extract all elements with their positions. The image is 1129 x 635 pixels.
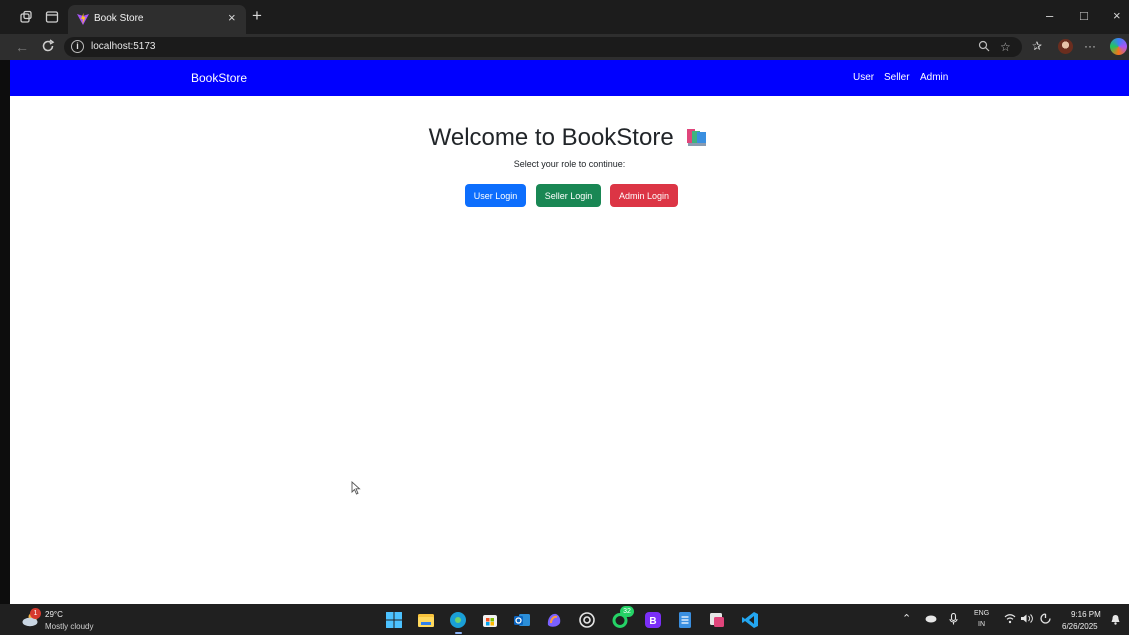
nav-link-user[interactable]: User xyxy=(853,72,874,83)
window-close-icon[interactable]: × xyxy=(1113,8,1121,24)
url-text[interactable]: localhost:5173 xyxy=(91,41,156,52)
role-subtitle: Select your role to continue: xyxy=(513,159,626,169)
weather-alert-badge: 1 xyxy=(30,608,41,619)
tab-actions-icon[interactable] xyxy=(45,10,59,24)
tab-book-store[interactable]: Book Store × xyxy=(68,5,246,34)
language-indicator[interactable]: ENG xyxy=(974,610,989,617)
vite-icon xyxy=(77,13,89,25)
welcome-heading: Welcome to BookStore xyxy=(428,124,674,151)
edge-active-indicator xyxy=(455,632,462,634)
volume-icon[interactable] xyxy=(1020,613,1034,624)
snipping-tool-icon[interactable] xyxy=(708,611,726,629)
battery-icon[interactable] xyxy=(1039,613,1052,624)
outlook-icon[interactable] xyxy=(513,611,531,629)
page-viewport: BookStore User Seller Admin Welcome to B… xyxy=(10,60,1129,604)
notification-bell-icon[interactable] xyxy=(1110,614,1121,625)
profile-avatar[interactable] xyxy=(1058,39,1073,54)
svg-text:B: B xyxy=(649,616,656,627)
favorites-icon[interactable]: ✰ xyxy=(1032,39,1042,53)
vscode-icon[interactable] xyxy=(741,611,759,629)
favorite-star-icon[interactable]: ☆ xyxy=(1000,40,1011,54)
nav-link-seller[interactable]: Seller xyxy=(884,72,910,83)
browser-tab-bar: Book Store × + – □ × xyxy=(0,0,1129,34)
site-navbar: BookStore User Seller Admin xyxy=(10,60,1129,96)
onedrive-icon[interactable] xyxy=(925,613,937,623)
windows-taskbar: 1 29°C Mostly cloudy 32 B ⌃ ENG IN 9:16 … xyxy=(0,604,1129,635)
copilot-icon[interactable] xyxy=(1110,38,1127,55)
weather-condition: Mostly cloudy xyxy=(45,622,94,631)
admin-login-button[interactable]: Admin Login xyxy=(610,184,678,207)
tab-close-icon[interactable]: × xyxy=(228,10,236,26)
nav-link-admin[interactable]: Admin xyxy=(920,72,948,83)
microphone-icon[interactable] xyxy=(949,613,958,625)
more-options-icon[interactable]: ··· xyxy=(1084,39,1096,53)
page-title: Welcome to BookStore xyxy=(10,124,1129,152)
zoom-icon[interactable] xyxy=(978,40,990,52)
clock-time[interactable]: 9:16 PM xyxy=(1071,610,1101,619)
notepad-icon[interactable] xyxy=(676,611,694,629)
maximize-icon[interactable]: □ xyxy=(1080,8,1088,24)
copilot-app-icon[interactable] xyxy=(545,611,563,629)
navbar-brand[interactable]: BookStore xyxy=(191,71,247,85)
windows-start-icon[interactable] xyxy=(385,611,403,629)
browser-toolbar: ← i localhost:5173 ☆ ✰ ··· xyxy=(0,34,1129,60)
chatgpt-icon[interactable] xyxy=(578,611,596,629)
seller-login-button[interactable]: Seller Login xyxy=(536,184,601,207)
back-icon[interactable]: ← xyxy=(15,38,29,56)
workspaces-icon[interactable] xyxy=(19,10,33,24)
site-info-icon[interactable]: i xyxy=(71,40,84,53)
user-login-button[interactable]: User Login xyxy=(465,184,526,207)
whatsapp-unread-badge: 32 xyxy=(620,606,634,617)
clock-date[interactable]: 6/26/2025 xyxy=(1062,622,1098,631)
store-icon[interactable] xyxy=(481,611,499,629)
wifi-icon[interactable] xyxy=(1004,613,1016,624)
mouse-pointer-icon xyxy=(351,481,361,495)
edge-icon[interactable] xyxy=(449,611,467,629)
refresh-icon[interactable] xyxy=(41,39,55,53)
region-indicator[interactable]: IN xyxy=(978,621,985,628)
weather-temperature: 29°C xyxy=(45,610,63,619)
books-icon xyxy=(686,126,710,146)
new-tab-icon[interactable]: + xyxy=(252,7,262,25)
file-explorer-icon[interactable] xyxy=(417,611,435,629)
show-hidden-icons-icon[interactable]: ⌃ xyxy=(902,613,911,625)
address-bar[interactable]: i localhost:5173 ☆ xyxy=(64,37,1022,57)
bootstrap-icon[interactable]: B xyxy=(644,611,662,629)
tab-title: Book Store xyxy=(94,13,144,24)
minimize-icon[interactable]: – xyxy=(1046,8,1053,24)
